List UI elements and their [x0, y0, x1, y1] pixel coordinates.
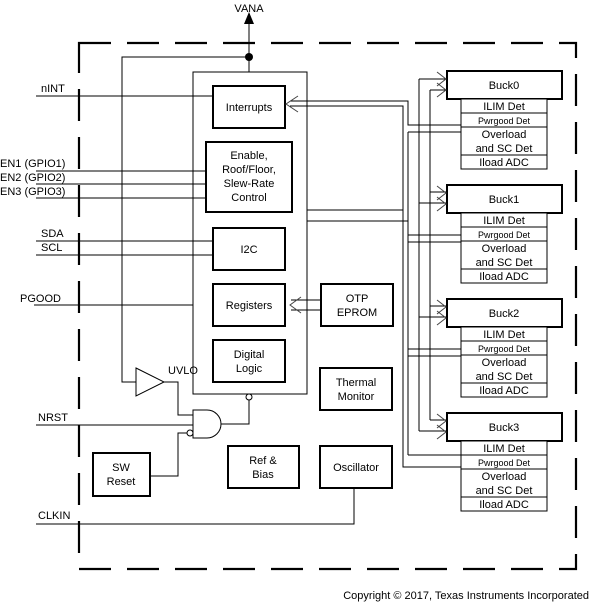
digital-logic-block: Digital Logic: [212, 339, 286, 383]
svg-text:Control: Control: [231, 192, 266, 204]
svg-text:Enable,: Enable,: [230, 150, 267, 162]
buck-subblock-label: ILIM Det: [483, 101, 525, 113]
buck-block-1: Buck1 ILIM Det Pwrgood Det Overload and SC D…: [446, 184, 563, 284]
svg-text:Logic: Logic: [236, 363, 263, 375]
buck-subblock-label: and SC Det: [476, 257, 533, 269]
i2c-block: I2C: [212, 227, 286, 271]
svg-text:Interrupts: Interrupts: [226, 102, 273, 114]
buck-block-0: Buck0 ILIM Det Pwrgood Det Overload and SC D…: [446, 70, 563, 170]
buck-subblock-label: Iload ADC: [479, 271, 529, 283]
buck-name: Buck3: [489, 422, 520, 434]
and-gate: [186, 393, 253, 439]
buck-subblock-label: Iload ADC: [479, 157, 529, 169]
pin-nrst: NRST: [38, 412, 68, 424]
pin-en2: EN2 (GPIO2): [0, 172, 65, 184]
svg-text:Monitor: Monitor: [338, 391, 375, 403]
inverter-bubble-icon: [186, 429, 194, 437]
buck-subblock-label: Pwrgood Det: [478, 344, 531, 354]
buck-subblock-label: and SC Det: [476, 485, 533, 497]
svg-text:Reset: Reset: [107, 476, 136, 488]
buck-subblock-label: Overload: [482, 243, 527, 255]
buck-name: Buck0: [489, 80, 520, 92]
svg-text:EPROM: EPROM: [337, 307, 377, 319]
sw-reset-block: SW Reset: [92, 432, 187, 497]
registers-block: Registers: [212, 283, 286, 327]
buck-subblock-label: Overload: [482, 357, 527, 369]
buck-block-2: Buck2 ILIM Det Pwrgood Det Overload and SC D…: [446, 298, 563, 398]
pin-clkin: CLKIN: [38, 510, 70, 522]
svg-text:Ref &: Ref &: [249, 455, 277, 467]
buck-name: Buck1: [489, 194, 520, 206]
buck-subblock-label: and SC Det: [476, 143, 533, 155]
buck-subblock-label: Pwrgood Det: [478, 230, 531, 240]
svg-text:Digital: Digital: [234, 349, 265, 361]
buck-subblock-label: ILIM Det: [483, 329, 525, 341]
svg-text:OTP: OTP: [346, 293, 369, 305]
thermal-monitor-block: Thermal Monitor: [319, 367, 393, 411]
vana-label: VANA: [234, 3, 264, 15]
svg-text:Bias: Bias: [252, 469, 274, 481]
svg-text:Registers: Registers: [226, 300, 273, 312]
oscillator-block: Oscillator: [319, 445, 393, 489]
buck-converters: Buck0 ILIM Det Pwrgood Det Overload and SC D…: [446, 70, 563, 512]
svg-text:Roof/Floor,: Roof/Floor,: [222, 164, 276, 176]
buck-subblock-label: Iload ADC: [479, 385, 529, 397]
buck-subblock-label: Overload: [482, 129, 527, 141]
svg-text:Thermal: Thermal: [336, 377, 376, 389]
pin-nint: nINT: [41, 83, 65, 95]
svg-text:SW: SW: [112, 462, 130, 474]
buck-subblock-label: Pwrgood Det: [478, 116, 531, 126]
buck-subblock-label: Iload ADC: [479, 499, 529, 511]
pin-en1: EN1 (GPIO1): [0, 158, 65, 170]
copyright-notice: Copyright © 2017, Texas Instruments Inco…: [343, 590, 589, 602]
buck-block-3: Buck3 ILIM Det Pwrgood Det Overload and SC D…: [446, 412, 563, 512]
svg-text:UVLO: UVLO: [168, 365, 198, 377]
block-diagram: VANA Interrupts Enable, Roof/Floor, Slew…: [0, 3, 589, 602]
interrupts-block: Interrupts: [212, 85, 286, 129]
pin-sda: SDA: [41, 228, 64, 240]
svg-text:Slew-Rate: Slew-Rate: [224, 178, 275, 190]
buck-subblock-label: ILIM Det: [483, 215, 525, 227]
buck-name: Buck2: [489, 308, 520, 320]
buck-subblock-label: Pwrgood Det: [478, 458, 531, 468]
enable-control-block: Enable, Roof/Floor, Slew-Rate Control: [205, 141, 293, 213]
buck-subblock-label: and SC Det: [476, 371, 533, 383]
svg-text:I2C: I2C: [240, 244, 257, 256]
buck-subblock-label: ILIM Det: [483, 443, 525, 455]
pin-en3: EN3 (GPIO3): [0, 186, 65, 198]
ref-bias-block: Ref & Bias: [227, 445, 300, 489]
buck-input-arrows: [436, 71, 447, 440]
pin-scl: SCL: [41, 242, 62, 254]
svg-text:Oscillator: Oscillator: [333, 462, 379, 474]
buck-subblock-label: Overload: [482, 471, 527, 483]
inverter-bubble-icon: [245, 393, 253, 401]
pin-pgood: PGOOD: [20, 293, 61, 305]
uvlo-buffer: UVLO: [135, 365, 198, 416]
